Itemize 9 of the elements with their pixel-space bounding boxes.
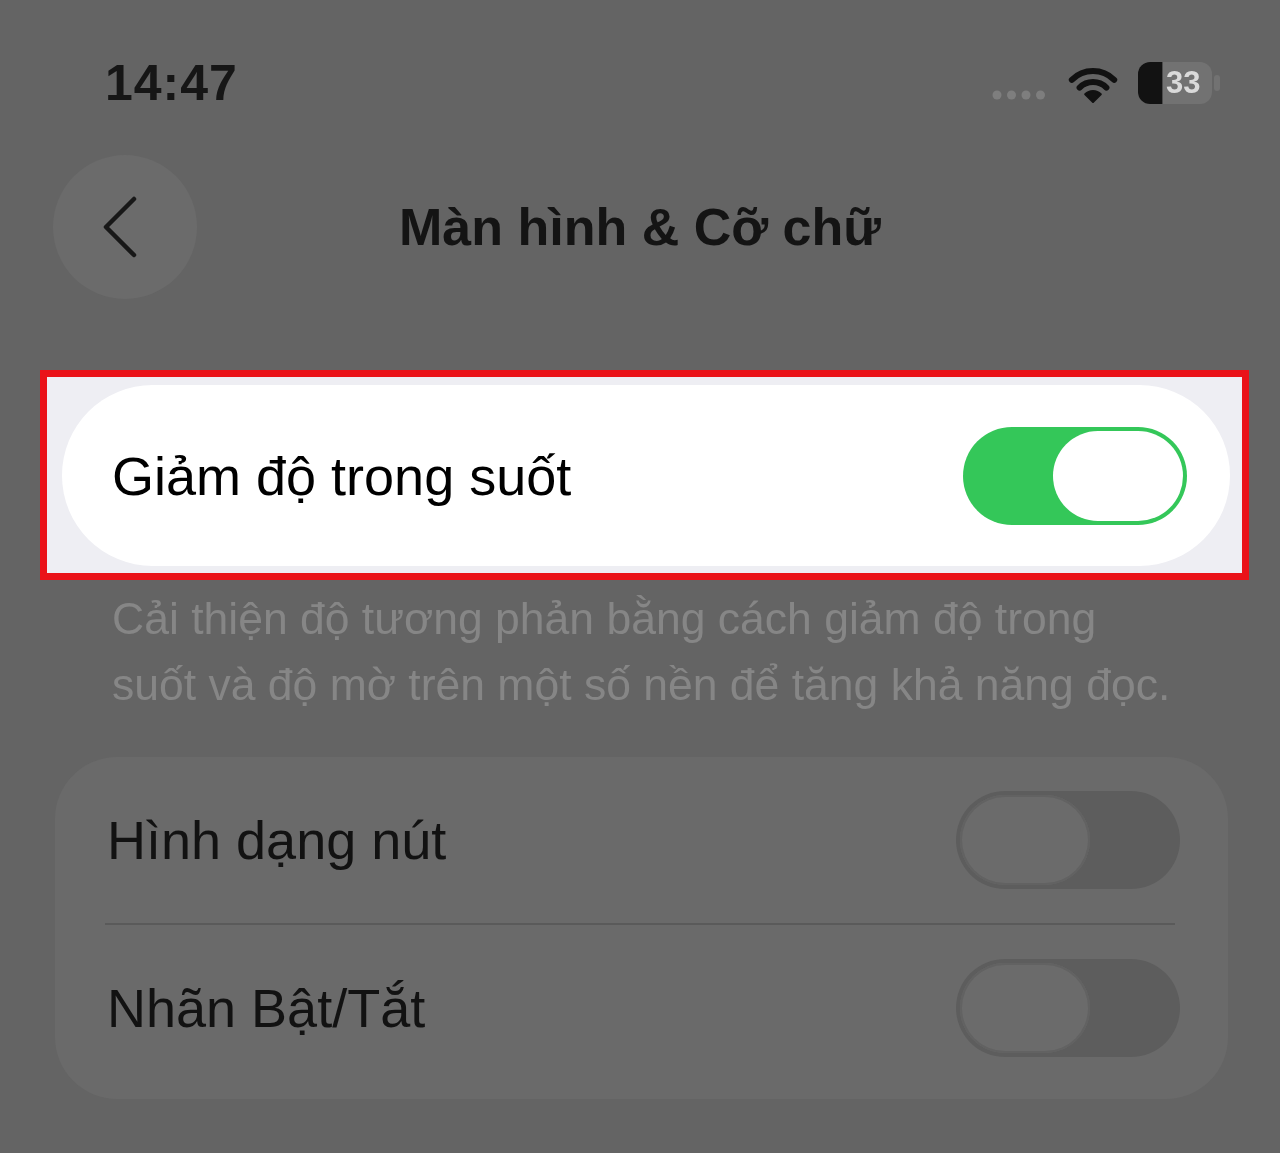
signal-icon [992,90,1048,100]
setting-label: Giảm độ trong suốt [112,444,572,507]
battery-icon [1138,62,1220,104]
setting-label: Nhãn Bật/Tắt [107,977,426,1039]
status-time: 14:47 [105,58,238,108]
chevron-left-icon [103,196,137,258]
battery-level-text: 33 [1166,67,1201,99]
setting-label: Hình dạng nút [107,809,447,871]
screen-title: Màn hình & Cỡ chữ [399,197,881,257]
